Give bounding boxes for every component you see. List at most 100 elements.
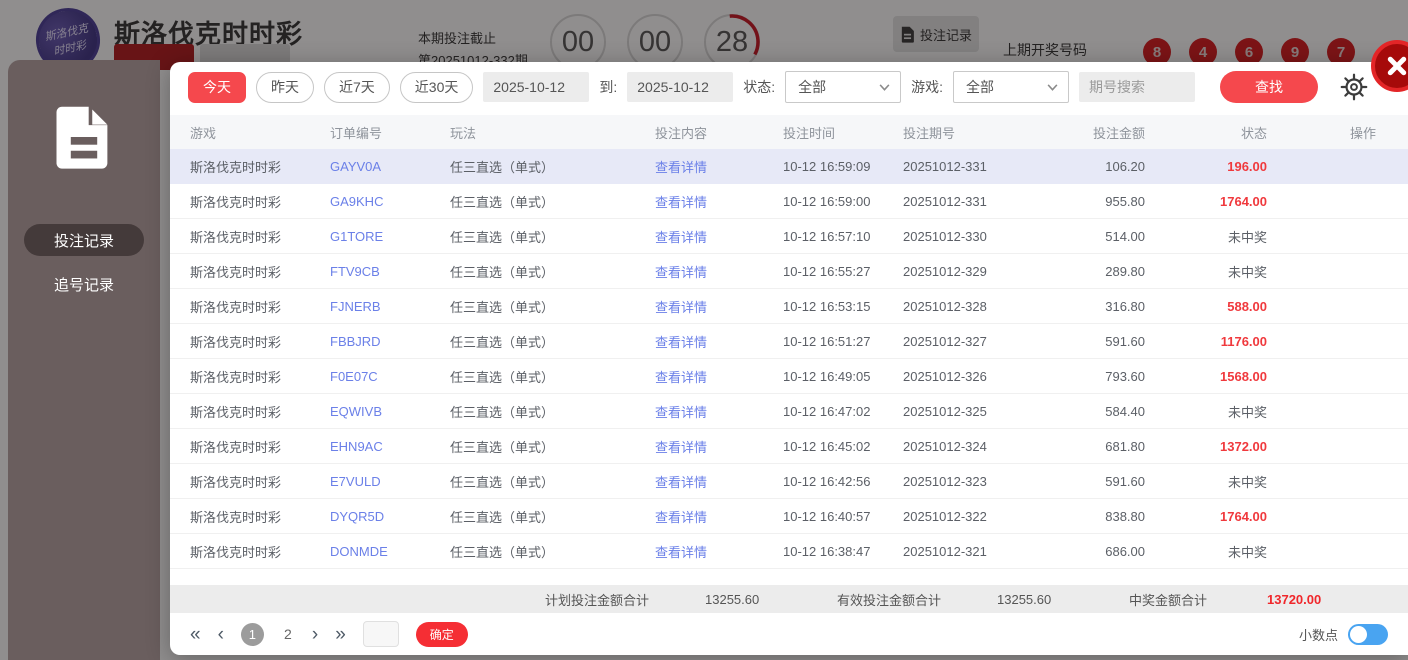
cell-status: 未中奖 (1227, 229, 1267, 245)
cell-amount: 793.60 (1105, 368, 1145, 384)
cell-status: 未中奖 (1227, 404, 1267, 420)
cell-amount: 106.20 (1105, 158, 1145, 174)
planned-total-label: 计划投注金额合计 (545, 592, 650, 608)
cell-play: 任三直选（单式） (450, 369, 555, 385)
col-order: 订单编号 (330, 125, 383, 141)
cell-time: 10-12 16:53:15 (783, 298, 871, 314)
quick-filter-button[interactable]: 近30天 (399, 71, 474, 103)
view-details-link[interactable]: 查看详情 (655, 157, 783, 176)
order-link[interactable]: FTV9CB (330, 264, 450, 279)
status-label: 状态: (743, 79, 776, 95)
cell-game: 斯洛伐克时时彩 (190, 264, 282, 280)
cell-game: 斯洛伐克时时彩 (190, 159, 282, 175)
page-number-1[interactable]: 1 (240, 622, 264, 646)
cell-time: 10-12 16:40:57 (783, 508, 871, 524)
last-page-button[interactable]: » (335, 625, 346, 644)
order-link[interactable]: FJNERB (330, 299, 450, 314)
cell-status: 1176.00 (1220, 333, 1267, 349)
cell-time: 10-12 16:38:47 (783, 543, 871, 559)
order-link[interactable]: GA9KHC (330, 194, 450, 209)
view-details-link[interactable]: 查看详情 (655, 437, 783, 456)
col-period: 投注期号 (903, 125, 956, 141)
find-button[interactable]: 查找 (1220, 71, 1318, 103)
quick-filter-button[interactable]: 昨天 (256, 71, 314, 103)
order-link[interactable]: DYQR5D (330, 509, 450, 524)
view-details-link[interactable]: 查看详情 (655, 402, 783, 421)
chevron-down-icon (879, 83, 890, 91)
gear-icon[interactable] (1340, 73, 1368, 101)
next-page-button[interactable]: › (312, 625, 318, 644)
cell-amount: 514.00 (1105, 228, 1145, 244)
view-details-link[interactable]: 查看详情 (655, 507, 783, 526)
order-link[interactable]: E7VULD (330, 474, 450, 489)
sidebar-menu: 投注记录 追号记录 (24, 224, 144, 300)
cell-game: 斯洛伐克时时彩 (190, 334, 282, 350)
cell-period: 20251012-327 (903, 333, 987, 349)
cell-amount: 955.80 (1105, 193, 1145, 209)
col-content: 投注内容 (655, 125, 708, 141)
view-details-link[interactable]: 查看详情 (655, 367, 783, 386)
decimal-toggle[interactable] (1348, 623, 1388, 645)
table-row: 斯洛伐克时时彩 EHN9AC 任三直选（单式） 查看详情 10-12 16:45:02 2… (170, 429, 1408, 464)
table-row: 斯洛伐克时时彩 FTV9CB 任三直选（单式） 查看详情 10-12 16:55:27 2… (170, 254, 1408, 289)
table-row: 斯洛伐克时时彩 DONMDE 任三直选（单式） 查看详情 10-12 16:38:47 2… (170, 534, 1408, 569)
cell-period: 20251012-329 (903, 263, 987, 279)
cell-play: 任三直选（单式） (450, 509, 555, 525)
confirm-button[interactable]: 确定 (415, 621, 468, 647)
table-row: 斯洛伐克时时彩 FJNERB 任三直选（单式） 查看详情 10-12 16:53:15 2… (170, 289, 1408, 324)
prev-page-button[interactable]: ‹ (218, 625, 224, 644)
order-link[interactable]: F0E07C (330, 369, 450, 384)
cell-time: 10-12 16:47:02 (783, 403, 871, 419)
col-status: 状态 (1240, 125, 1267, 141)
order-link[interactable]: DONMDE (330, 544, 450, 559)
page-jump-input[interactable] (362, 621, 399, 647)
page-numbers: 12 (240, 622, 295, 646)
cell-period: 20251012-324 (903, 438, 987, 454)
quick-filter-button[interactable]: 今天 (188, 71, 246, 103)
view-details-link[interactable]: 查看详情 (655, 262, 783, 281)
cell-game: 斯洛伐克时时彩 (190, 474, 282, 490)
cell-period: 20251012-331 (903, 158, 987, 174)
cell-time: 10-12 16:42:56 (783, 473, 871, 489)
sidebar-item-chase-records[interactable]: 追号记录 (24, 268, 144, 300)
cell-time: 10-12 16:49:05 (783, 368, 871, 384)
order-link[interactable]: EHN9AC (330, 439, 450, 454)
view-details-link[interactable]: 查看详情 (655, 297, 783, 316)
date-to-input[interactable]: 2025-10-12 (627, 72, 734, 102)
quick-filter-button[interactable]: 近7天 (324, 71, 390, 103)
quick-filters: 今天 昨天 近7天 近30天 (188, 71, 474, 103)
cell-period: 20251012-331 (903, 193, 987, 209)
cell-play: 任三直选（单式） (450, 194, 555, 210)
page-number-2[interactable]: 2 (281, 626, 295, 642)
order-link[interactable]: G1TORE (330, 229, 450, 244)
view-details-link[interactable]: 查看详情 (655, 542, 783, 561)
game-label: 游戏: (911, 79, 944, 95)
table-row: 斯洛伐克时时彩 GAYV0A 任三直选（单式） 查看详情 10-12 16:59:09 2… (170, 149, 1408, 184)
view-details-link[interactable]: 查看详情 (655, 227, 783, 246)
table-header: 游戏 订单编号 玩法 投注内容 投注时间 投注期号 投注金额 状态 操作 (170, 115, 1408, 149)
order-link[interactable]: EQWIVB (330, 404, 450, 419)
view-details-link[interactable]: 查看详情 (655, 472, 783, 491)
sidebar-item-bet-records[interactable]: 投注记录 (24, 224, 144, 256)
cell-time: 10-12 16:45:02 (783, 438, 871, 454)
decimal-control: 小数点 (1298, 623, 1388, 645)
cell-play: 任三直选（单式） (450, 439, 555, 455)
period-search-input[interactable] (1079, 72, 1196, 102)
table-row: 斯洛伐克时时彩 EQWIVB 任三直选（单式） 查看详情 10-12 16:47:02 2… (170, 394, 1408, 429)
view-details-link[interactable]: 查看详情 (655, 192, 783, 211)
order-link[interactable]: FBBJRD (330, 334, 450, 349)
date-from-input[interactable]: 2025-10-12 (483, 72, 590, 102)
col-game: 游戏 (190, 125, 217, 141)
decimal-label: 小数点 (1298, 627, 1338, 643)
cell-status: 1372.00 (1220, 438, 1267, 454)
date-to-label: 到: (599, 79, 618, 95)
order-link[interactable]: GAYV0A (330, 159, 450, 174)
first-page-button[interactable]: « (190, 625, 201, 644)
summary-row: 计划投注金额合计 13255.60 有效投注金额合计 13255.60 中奖金额… (170, 585, 1408, 613)
table-row: 斯洛伐克时时彩 FBBJRD 任三直选（单式） 查看详情 10-12 16:51:27 2… (170, 324, 1408, 359)
game-select[interactable]: 全部 (953, 71, 1070, 103)
view-details-link[interactable]: 查看详情 (655, 332, 783, 351)
cell-status: 未中奖 (1227, 474, 1267, 490)
cell-play: 任三直选（单式） (450, 404, 555, 420)
status-select[interactable]: 全部 (785, 71, 902, 103)
